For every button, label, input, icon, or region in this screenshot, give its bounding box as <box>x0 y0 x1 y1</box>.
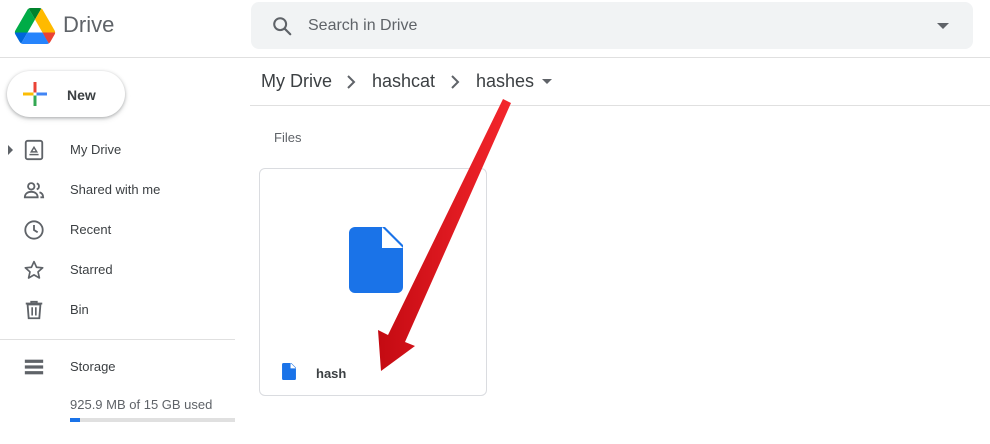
star-icon <box>24 260 44 279</box>
file-card[interactable]: hash <box>259 168 487 396</box>
breadcrumb-divider <box>250 105 990 106</box>
clock-icon <box>24 220 44 240</box>
search-icon[interactable] <box>271 15 293 37</box>
storage-progress-bar <box>70 418 235 422</box>
trash-icon <box>25 300 43 320</box>
search-input[interactable]: Search in Drive <box>308 17 417 35</box>
sidebar-item-label: Starred <box>70 262 113 277</box>
breadcrumb-hashes[interactable]: hashes <box>476 71 534 92</box>
folder-dropdown-icon[interactable] <box>542 79 552 84</box>
file-name: hash <box>316 366 347 381</box>
doc-icon <box>282 363 296 380</box>
storage-icon <box>24 359 44 375</box>
sidebar-item-shared-with-me[interactable]: Shared with me <box>0 172 235 208</box>
shared-icon <box>23 182 45 199</box>
drive-logo-icon[interactable] <box>14 8 56 44</box>
sidebar-item-label: Recent <box>70 222 112 237</box>
sidebar-item-starred[interactable]: Starred <box>0 252 235 288</box>
sidebar-item-storage[interactable]: Storage <box>0 349 235 385</box>
app-name: Drive <box>63 12 115 37</box>
storage-progress-fill <box>70 418 80 422</box>
chevron-right-icon <box>451 75 460 89</box>
breadcrumb-hashcat[interactable]: hashcat <box>372 71 435 92</box>
sidebar-item-label: Shared with me <box>70 182 161 197</box>
new-button-label: New <box>67 87 96 103</box>
new-button[interactable]: New <box>7 71 125 117</box>
breadcrumb-my-drive[interactable]: My Drive <box>261 71 332 92</box>
sidebar-item-my-drive[interactable]: My Drive <box>0 132 235 168</box>
sidebar-item-label: Bin <box>70 302 89 317</box>
chevron-right-icon <box>347 75 356 89</box>
sidebar-item-recent[interactable]: Recent <box>0 212 235 248</box>
doc-icon <box>349 227 403 293</box>
search-options-dropdown-icon[interactable] <box>937 23 949 29</box>
plus-icon <box>23 82 47 106</box>
sidebar-divider <box>0 339 235 340</box>
header-divider <box>0 57 990 58</box>
search-bar[interactable]: Search in Drive <box>251 2 973 49</box>
sidebar-item-bin[interactable]: Bin <box>0 292 235 328</box>
sidebar-item-label: My Drive <box>70 142 122 157</box>
expand-caret-icon[interactable] <box>8 145 13 155</box>
files-section-label: Files <box>274 130 302 145</box>
storage-used-text: 925.9 MB of 15 GB used <box>70 397 213 412</box>
storage-label: Storage <box>70 359 116 374</box>
my-drive-icon <box>24 139 44 161</box>
